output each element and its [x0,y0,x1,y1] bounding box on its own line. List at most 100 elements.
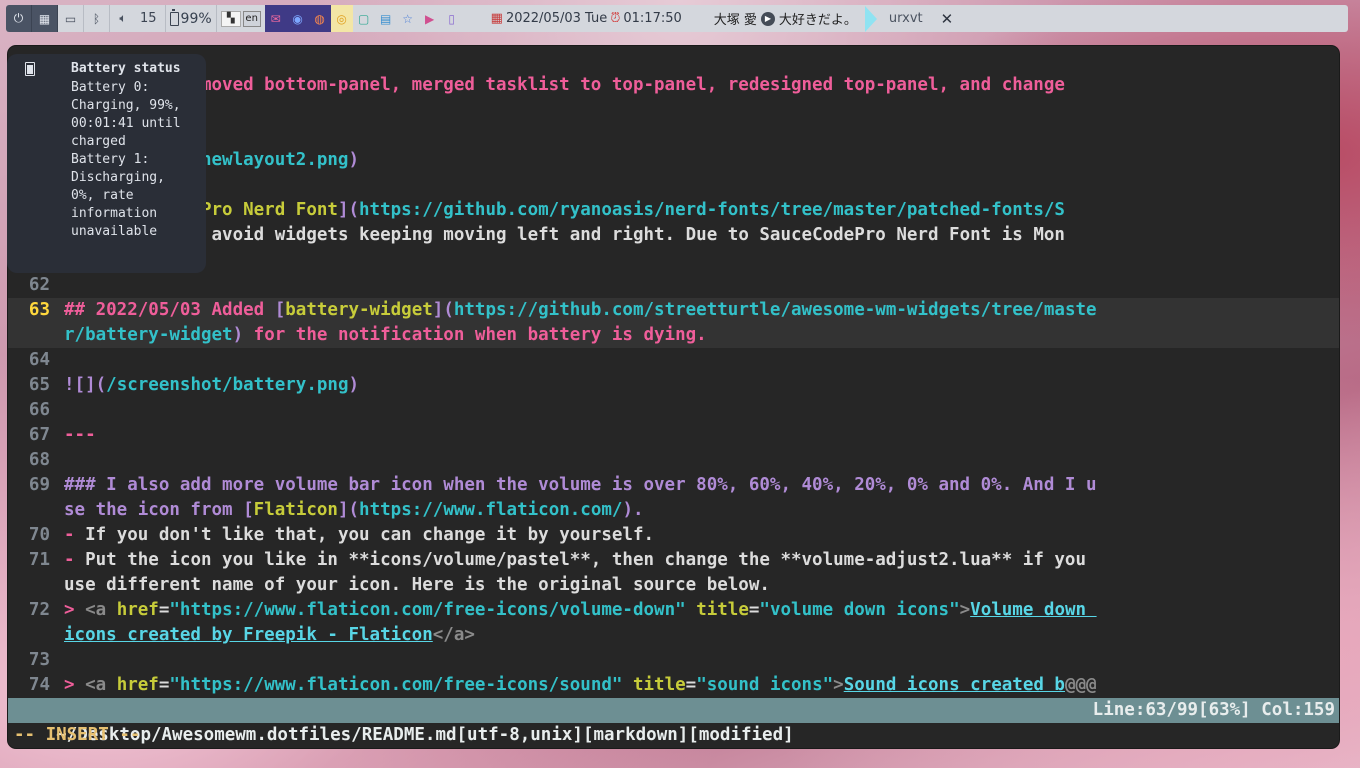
editor-line[interactable]: 72 > <a href="https://www.flaticon.com/fr… [8,598,1339,623]
line-text: href [116,600,159,620]
play-icon[interactable]: ▶ [760,11,775,26]
monitor-icon[interactable]: ▭ [58,5,84,32]
editor-line[interactable]: shot/newlayout2.png) [8,148,1339,173]
keyboard-layout[interactable]: ▚ en [217,5,265,32]
line-text: <a [85,675,117,695]
editor-line[interactable]: 67 --- [8,423,1339,448]
line-text: icons created by Freepik - Flaticon [64,625,433,645]
editor-line[interactable]: 62 [8,273,1339,298]
calendar-icon: ▦ [490,11,503,26]
battery-widget[interactable]: 99% [164,5,217,32]
line-text: </a> [432,625,475,645]
line-text: ) [232,325,244,345]
status-file-info: ~/Desktop/Awesomewm.dotfiles/README.md[u… [56,725,794,745]
media-player-icon[interactable]: ▶ [418,5,441,32]
line-number: 66 [28,400,50,420]
line-text: --- [64,425,96,445]
editor-line[interactable]: 69 ### I also add more volume bar icon wh… [8,473,1339,498]
music-title: 大好きだよ。 [778,13,857,28]
editor-line[interactable]: 66 [8,398,1339,423]
keyboard-layout-label: en [242,10,261,27]
editor-line[interactable]: 30 Removed bottom-panel, merged tasklist… [8,73,1339,98]
battery-charging-icon [25,62,35,76]
editor-line[interactable]: eCodePro Nerd Font](https://github.com/r… [8,198,1339,223]
status-position: Line:63/99[63%] Col:159 [1092,700,1335,720]
line-text: battery-widget [285,300,433,320]
editor-line[interactable] [8,173,1339,198]
close-icon[interactable]: ✕ [941,10,954,28]
music-artist: 大塚 愛 [713,13,757,28]
editor-line[interactable]: o) to avoid widgets keeping moving left … [8,223,1339,248]
line-text: > [64,675,86,695]
tasklist[interactable]: urxvt ✕ [865,5,953,32]
line-text: [ [243,500,254,520]
editor-line[interactable]: t. [8,248,1339,273]
line-text: > [64,600,86,620]
line-text: ]( [337,500,360,520]
line-text: "sound icons" [696,675,834,695]
editor-line[interactable] [8,123,1339,148]
editor-line[interactable]: 70- If you don't like that, you can chan… [8,523,1339,548]
line-number: 70 [28,525,50,545]
line-text: se the icon from [64,500,244,520]
line-text: ### I also add more volume bar icon when… [64,475,1097,495]
line-number: 62 [28,275,50,295]
bluetooth-icon[interactable]: ᛒ [84,5,110,32]
clock-widget[interactable]: ▦ 2022/05/03 Tue ⏰︎ 01:17:50 [462,5,688,32]
time-text: 01:17:50 [623,11,682,26]
editor-line[interactable]: 71- Put the icon you like in **icons/vol… [8,548,1339,573]
line-text: 30 Removed bottom-panel, merged tasklist… [64,75,1065,95]
date-text: 2022/05/03 Tue [505,11,608,26]
line-text: ]( [337,200,360,220]
line-number: 65 [28,375,50,395]
line-text: > [959,600,971,620]
battery-status-popup: Battery status Battery 0: Charging, 99%,… [7,54,206,273]
editor-line[interactable]: icons created by Freepik - Flaticon</a> [8,623,1339,648]
editor-line[interactable]: 68 [8,448,1339,473]
line-text: - [64,525,75,545]
line-text: If you don't like that, you can change i… [74,525,655,545]
editor-line[interactable]: se the icon from [Flaticon](https://www.… [8,498,1339,523]
editor-line[interactable]: 64 [8,348,1339,373]
editor-line[interactable]: 65 ![](/screenshot/battery.png) [8,373,1339,398]
browser-icon[interactable]: ◉ [286,5,309,32]
line-number: 68 [28,450,50,470]
editor-line[interactable]: . [8,98,1339,123]
line-text: use different name of your icon. Here is… [64,575,770,595]
line-number: 69 [28,475,50,495]
editor-line[interactable]: 73 [8,648,1339,673]
task-name[interactable]: urxvt [889,11,923,26]
line-number: 74 [28,675,50,695]
line-text: r/battery-widget [64,325,233,345]
line-text: ]( [432,300,454,320]
vim-mode-indicator: -- INSERT -- [14,725,141,745]
volume-icon[interactable]: 🔈︎ [110,5,136,32]
terminal-window[interactable]: 30 Removed bottom-panel, merged tasklist… [8,46,1339,748]
editor-line[interactable]: r/battery-widget) for the notification w… [8,323,1339,348]
power-icon[interactable]: ⏻ [6,5,32,32]
star-icon[interactable]: ☆ [396,5,419,32]
editor-line[interactable]: use different name of your icon. Here is… [8,573,1339,598]
editor-line[interactable]: 74 > <a href="https://www.flaticon.com/fr… [8,673,1339,698]
line-text: /screenshot/battery.png [106,375,349,395]
line-text: https://www.flaticon.com/ [359,500,623,520]
folder-icon[interactable]: ▢ [352,5,375,32]
document-icon[interactable]: ▤ [374,5,397,32]
mail-icon[interactable]: ✉ [264,5,287,32]
editor-line[interactable]: 63 ## 2022/05/03 Added [battery-widget](h… [8,298,1339,323]
line-text: https://github.com/ryanoasis/nerd-fonts/… [359,200,1065,220]
line-number: 73 [28,650,50,670]
layout-icon[interactable]: ▦ [32,5,58,32]
vim-statusline: ~/Desktop/Awesomewm.dotfiles/README.md[u… [8,698,1339,745]
line-text: Flaticon [253,500,338,520]
phone-icon[interactable]: ▯ [440,5,463,32]
battery-percent: 99% [180,10,212,27]
system-buttons: ⏻ ▦ ▭ ᛒ 🔈︎ 15 [6,5,165,32]
volume-level[interactable]: 15 [136,11,165,26]
coin-icon[interactable]: ◎ [330,5,353,32]
line-number: 63 [28,300,50,320]
music-widget[interactable]: 大塚 愛 ▶ 大好きだよ。 [687,5,865,32]
line-text: @@@ [1064,675,1097,695]
line-text: - [64,550,75,570]
firefox-icon[interactable]: ◍ [308,5,331,32]
